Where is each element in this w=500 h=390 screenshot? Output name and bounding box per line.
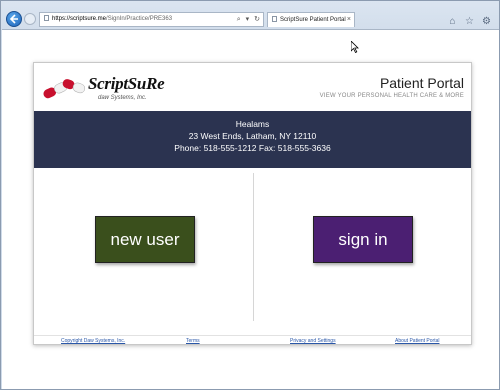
portal-header: ScriptSuRe daw Systems, Inc. Patient Por… [34,63,471,111]
new-user-button[interactable]: new user [95,216,195,263]
terms-link[interactable]: Terms [186,338,200,344]
tab-page-icon [272,16,277,22]
home-icon[interactable]: ⌂ [446,15,459,28]
url-host: https://scriptsure.me [52,16,107,22]
page-icon [44,15,49,21]
address-bar[interactable]: https://scriptsure.me/SignIn/Practice/PR… [39,12,264,27]
column-divider [253,173,254,321]
copyright-link[interactable]: Copyright Daw Systems, Inc. [61,338,125,344]
practice-contact: Phone: 518-555-1212 Fax: 518-555-3636 [174,143,331,153]
page-tagline: VIEW YOUR PERSONAL HEALTH CARE & MORE [319,93,464,99]
url-path: /SignIn/Practice/PRE363 [106,16,173,22]
settings-gear-icon[interactable]: ⚙ [480,15,493,28]
tab-label: ScriptSure Patient Portal [280,17,346,23]
dropdown-icon[interactable]: ▾ [246,16,250,23]
tab-scriptsure-portal[interactable]: ScriptSure Patient Portal × [267,12,355,27]
portal-card: ScriptSuRe daw Systems, Inc. Patient Por… [33,62,472,345]
privacy-settings-link[interactable]: Privacy and Settings [290,338,336,344]
mouse-cursor-icon [351,41,359,53]
practice-banner: Healams 23 West Ends, Latham, NY 12110 P… [34,111,471,168]
tab-close-icon[interactable]: × [347,13,351,27]
search-icon[interactable]: ⌕ [237,16,241,23]
practice-address: 23 West Ends, Latham, NY 12110 [188,131,317,141]
browser-window: https://scriptsure.me/SignIn/Practice/PR… [0,0,500,390]
scriptsure-logo: ScriptSuRe daw Systems, Inc. [40,71,190,107]
pill-capsules-icon [43,79,86,99]
page-title: Patient Portal [379,75,464,91]
about-portal-link[interactable]: About Patient Portal [395,338,439,344]
portal-footer: Copyright Daw Systems, Inc. Terms Privac… [34,335,471,345]
back-arrow-icon [9,14,18,24]
refresh-icon[interactable]: ↻ [254,16,260,23]
forward-button[interactable] [24,13,36,25]
practice-name: Healams [235,119,270,129]
sign-in-button[interactable]: sign in [313,216,413,263]
logo-wordmark: ScriptSuRe [88,74,165,93]
back-button[interactable] [6,11,22,27]
favorites-star-icon[interactable]: ☆ [463,15,476,28]
logo-company: daw Systems, Inc. [98,95,147,101]
